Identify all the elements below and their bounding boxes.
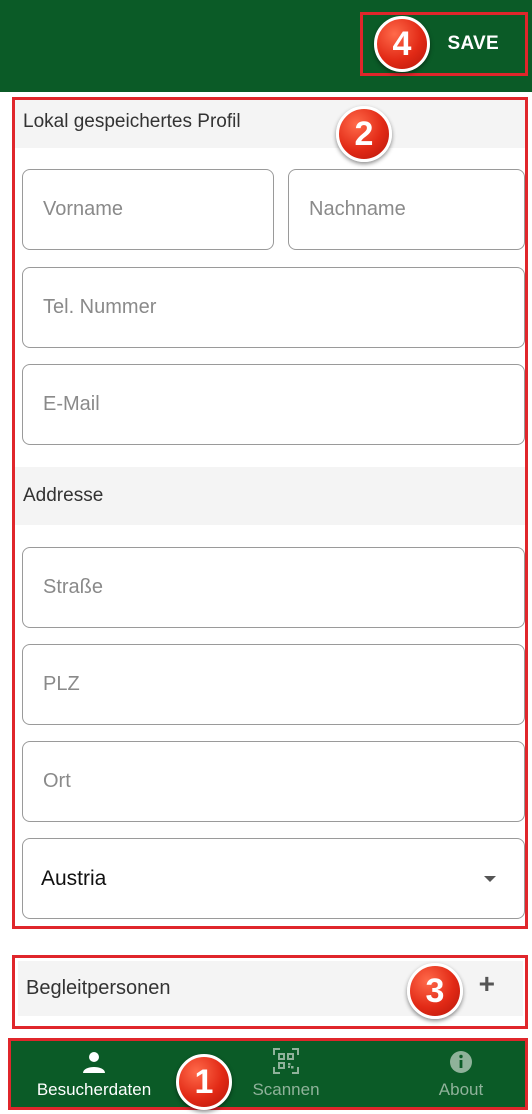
annotation-marker-2: 2 [336, 106, 392, 162]
nav-label-about: About [438, 1080, 484, 1099]
nav-label-scannen: Scannen [252, 1080, 320, 1099]
nav-label-besucherdaten: Besucherdaten [36, 1080, 152, 1099]
first-name-input[interactable] [41, 197, 273, 222]
annotation-marker-1: 1 [176, 1054, 232, 1110]
annotation-marker-4: 4 [374, 16, 430, 72]
first-name-field[interactable] [22, 169, 274, 250]
nav-item-scannen[interactable]: Scannen [231, 1041, 341, 1107]
save-label: SAVE [447, 33, 499, 54]
phone-field[interactable] [22, 267, 525, 348]
bottom-navigation: Besucherdaten Scannen About [8, 1038, 528, 1110]
address-title-label: Addresse [23, 485, 104, 506]
profile-title-label: Lokal gespeichertes Profil [23, 111, 241, 132]
phone-input[interactable] [41, 295, 524, 320]
nav-item-about[interactable]: About [411, 1041, 511, 1107]
country-select[interactable]: Austria [22, 838, 525, 919]
dropdown-arrow-icon [484, 875, 496, 882]
email-field[interactable] [22, 364, 525, 445]
last-name-field[interactable] [288, 169, 525, 250]
person-icon [83, 1052, 105, 1073]
profile-section-title: Lokal gespeichertes Profil [15, 100, 525, 148]
qr-code-icon [273, 1048, 299, 1074]
address-section-title: Addresse [15, 467, 525, 525]
app-bar: SAVE 4 [0, 0, 532, 92]
city-field[interactable] [22, 741, 525, 822]
annotation-marker-3: 3 [407, 963, 463, 1019]
street-input[interactable] [41, 575, 524, 600]
zip-input[interactable] [41, 672, 524, 697]
nav-item-besucherdaten[interactable]: Besucherdaten [19, 1041, 169, 1107]
add-companion-button[interactable]: + [479, 970, 495, 998]
country-value: Austria [41, 866, 107, 890]
zip-field[interactable] [22, 644, 525, 725]
companions-title: Begleitpersonen [26, 977, 171, 999]
info-icon [450, 1051, 472, 1073]
city-input[interactable] [41, 769, 524, 794]
last-name-input[interactable] [307, 197, 524, 222]
email-input[interactable] [41, 392, 524, 417]
street-field[interactable] [22, 547, 525, 628]
